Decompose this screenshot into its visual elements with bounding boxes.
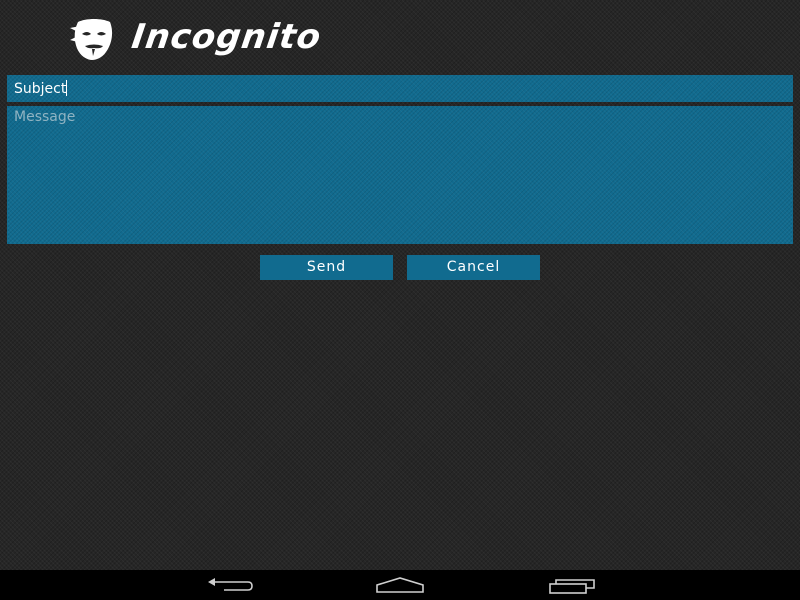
cancel-button[interactable]: Cancel [407,255,540,280]
recent-apps-icon[interactable] [548,575,598,595]
app-title: Incognito [129,17,324,57]
back-arrow-icon[interactable] [204,575,254,595]
subject-input[interactable]: Subject [7,75,793,102]
system-navigation-bar [0,570,800,600]
text-cursor [66,80,68,96]
send-button[interactable]: Send [260,255,393,280]
message-input[interactable]: Message [7,106,793,244]
anonymous-mask-icon [70,19,113,60]
home-icon[interactable] [375,575,425,595]
app-header: Incognito [0,0,800,72]
message-placeholder: Message [14,109,76,125]
subject-value: Subject [14,81,67,97]
